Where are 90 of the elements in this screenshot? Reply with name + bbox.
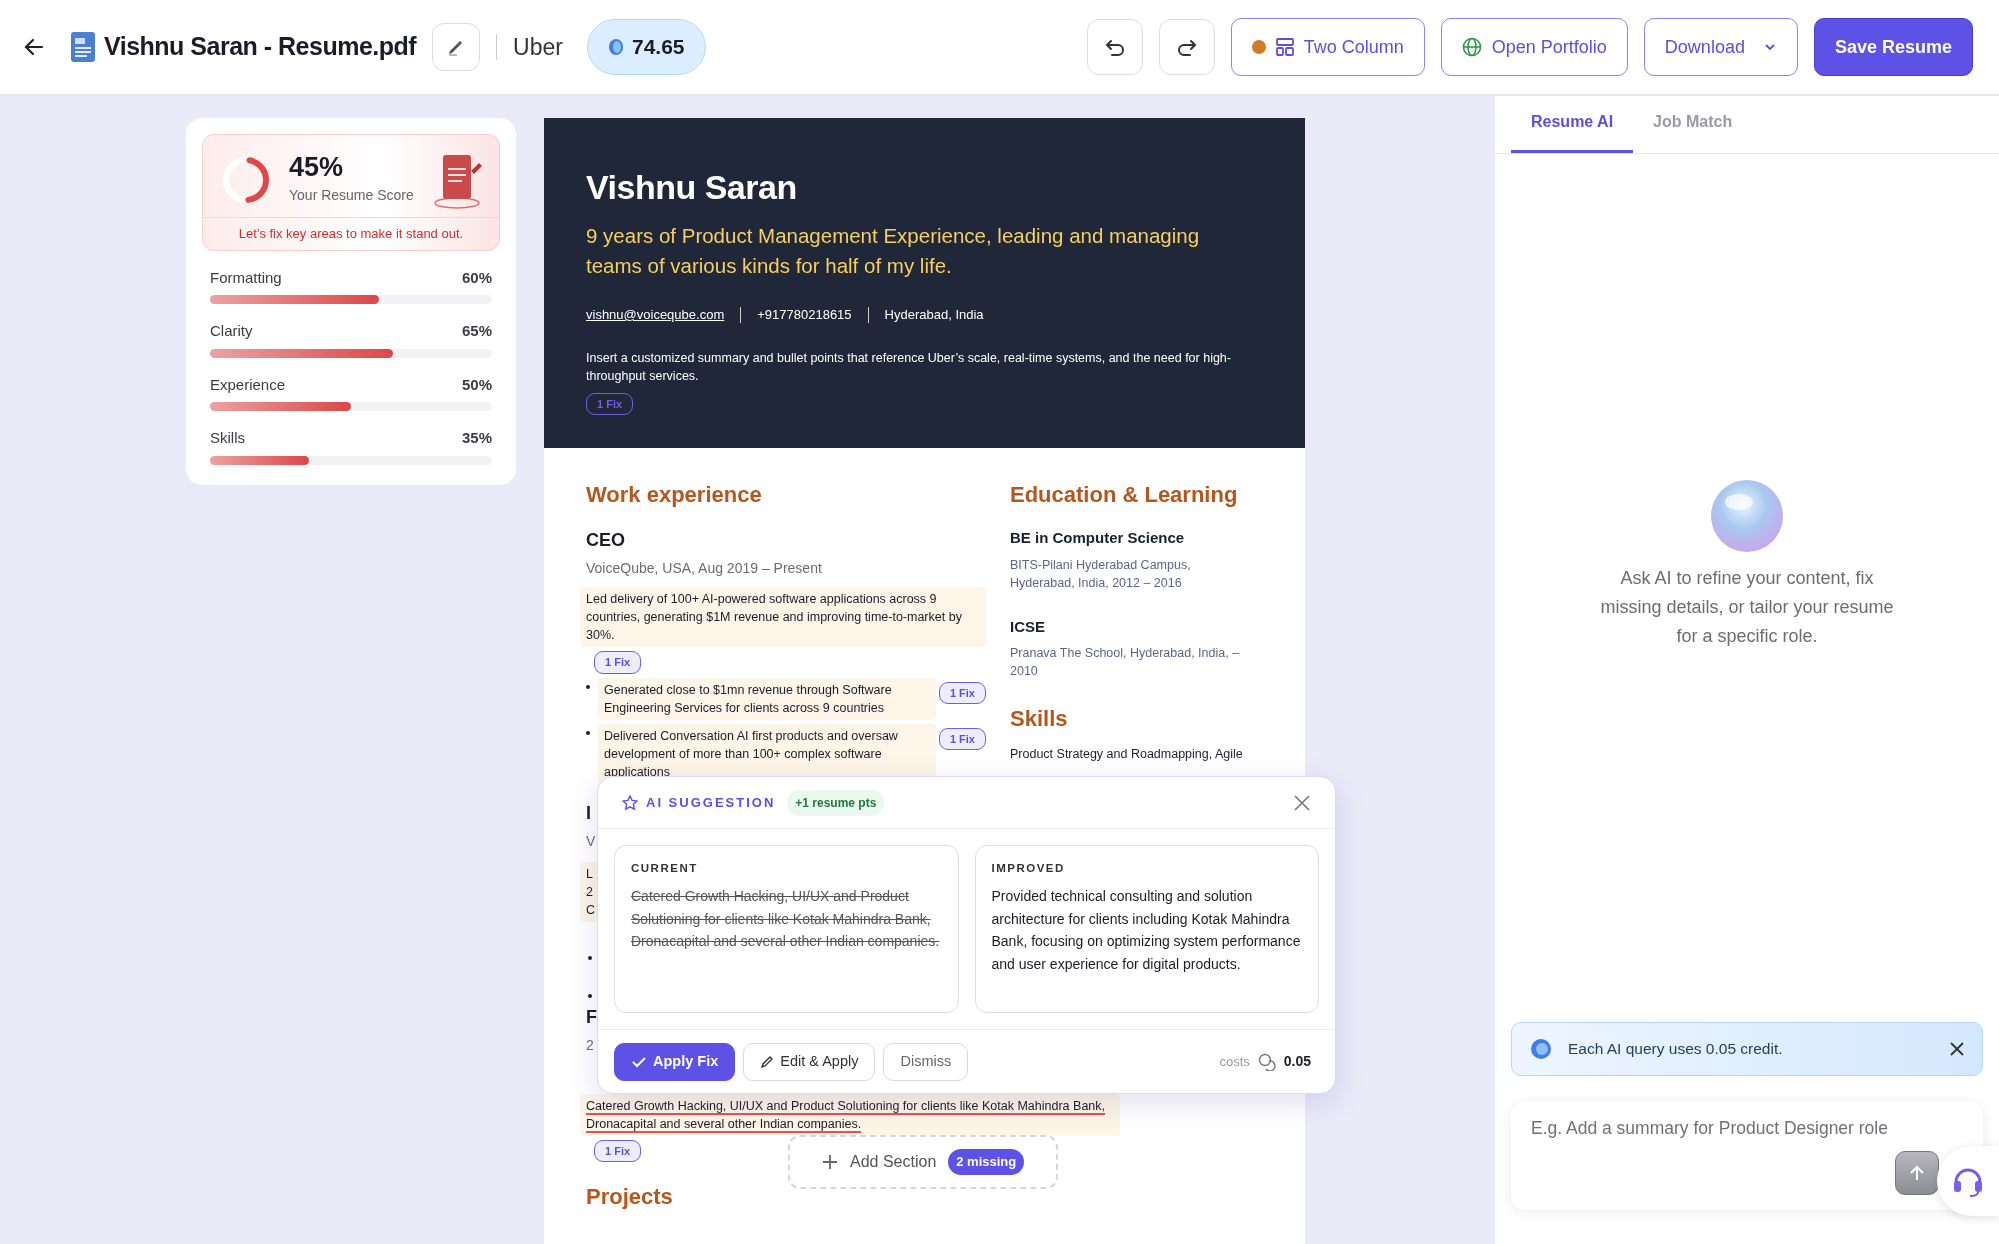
- apply-fix-button[interactable]: Apply Fix: [614, 1042, 736, 1081]
- fix-badge[interactable]: 1 Fix: [594, 651, 642, 674]
- bullet-icon: [588, 993, 592, 998]
- layout-button[interactable]: Two Column: [1230, 18, 1425, 76]
- empty-state-text: Ask AI to refine your content, fix missing details, or tailor your resume for a specific role.: [1599, 567, 1895, 648]
- job-meta: VoiceQube, USA, Aug 2019 – Present: [586, 559, 823, 578]
- metric-name: Clarity: [210, 321, 253, 341]
- pencil-icon: [760, 1054, 775, 1069]
- fix-badge[interactable]: 1 Fix: [938, 727, 986, 750]
- text-fragment: 2: [586, 883, 594, 901]
- metric-name: Experience: [210, 374, 286, 395]
- redo-button[interactable]: [1158, 19, 1215, 75]
- dot-icon: [1251, 40, 1266, 54]
- add-section-button[interactable]: Add Section 2 missing: [788, 1135, 1059, 1189]
- cost-label: costs: [1219, 1052, 1250, 1071]
- education-detail: Pranava The School, Hyderabad, India, – 2010: [1010, 645, 1241, 680]
- coin-icon: [1530, 1038, 1552, 1060]
- education-detail: BITS-Pilani Hyderabad Campus, Hyderabad, India, 2012 – 2016: [1010, 556, 1192, 592]
- globe-icon: [1461, 37, 1482, 57]
- resume-name: Vishnu Saran: [586, 167, 798, 208]
- job-description: Catered Growth Hacking, UI/UX and Product Solutioning for clients like Kotak Mahindra Bank, Dronacapital and several other Indian companies.: [580, 1093, 1120, 1136]
- metric-value: 50%: [461, 374, 492, 395]
- job-title: CEO: [586, 529, 626, 552]
- skills-text: Product Strategy and Roadmapping, Agile: [1010, 746, 1244, 763]
- coins-icon: [1257, 1052, 1276, 1071]
- bullet-icon: [588, 955, 592, 960]
- fix-badge[interactable]: 1 Fix: [586, 392, 634, 415]
- bullet-icon: [586, 730, 590, 735]
- section-heading: I: [586, 801, 592, 825]
- send-button[interactable]: [1895, 1151, 1939, 1195]
- resume-tagline: 9 years of Product Management Experience, leading and managing teams of various kinds for half of my life.: [586, 223, 1201, 279]
- undo-button[interactable]: [1086, 19, 1143, 75]
- section-heading: F: [586, 1005, 597, 1029]
- bullet-text: Generated close to $1mn revenue through Software Engineering Services for clients across 9 countries: [598, 677, 936, 720]
- coin-icon: [607, 38, 624, 56]
- score-label: Your Resume Score: [289, 186, 414, 205]
- section-heading: Skills: [1010, 705, 1069, 733]
- support-button[interactable]: [1937, 1146, 1999, 1216]
- metric-value: 65%: [461, 321, 492, 341]
- close-button[interactable]: [1293, 793, 1311, 812]
- download-button[interactable]: Download: [1643, 18, 1798, 76]
- text-fragment: C: [586, 901, 597, 919]
- education-title: ICSE: [1010, 616, 1046, 637]
- arrow-up-icon: [1908, 1164, 1926, 1182]
- fix-badge[interactable]: 1 Fix: [594, 1139, 642, 1162]
- dismiss-button[interactable]: Dismiss: [883, 1042, 969, 1081]
- missing-badge: 2 missing: [948, 1149, 1025, 1175]
- company-label: Uber: [513, 32, 563, 62]
- layout-icon: [1275, 38, 1294, 56]
- portfolio-button[interactable]: Open Portfolio: [1440, 18, 1628, 76]
- document-icon: [70, 31, 96, 63]
- email-link[interactable]: vishnu@voiceqube.com: [586, 305, 725, 325]
- text-fragment: L: [586, 865, 594, 883]
- fix-badge[interactable]: 1 Fix: [938, 681, 986, 704]
- file-title: Vishnu Saran - Resume.pdf: [104, 31, 417, 63]
- contact-text: Hyderabad, India: [884, 306, 984, 324]
- close-button[interactable]: [1950, 1042, 1964, 1056]
- education-title: BE in Computer Science: [1010, 528, 1186, 548]
- job-meta: 2: [586, 1035, 595, 1055]
- close-icon: [1950, 1042, 1964, 1056]
- score-message: Let's fix key areas to make it stand out.: [203, 217, 499, 250]
- summary-text: Insert a customized summary and bullet points that reference Uber’s scale, real-time systems, and the need for high-throughput services.: [586, 349, 1232, 385]
- job-meta: V: [586, 831, 597, 851]
- points-badge: +1 resume pts: [787, 789, 885, 816]
- job-description: Led delivery of 100+ AI-powered software applications across 9 countries, generating $1M revenue and improving time-to-market by 30%.: [580, 587, 986, 647]
- current-text: Catered Growth Hacking, UI/UX and Product Solutioning for clients like Kotak Mahindra Bank, Dronacapital and several other Indian companies.: [631, 887, 941, 952]
- improved-text: Provided technical consulting and solution architecture for clients including Kotak Mahindra Bank, focusing on optimizing system performance and user experience for digital products.: [991, 887, 1302, 974]
- notice-text: Each AI query uses 0.05 credit.: [1568, 1039, 1783, 1060]
- plus-icon: [822, 1153, 838, 1170]
- save-button[interactable]: Save Resume: [1813, 18, 1973, 76]
- metric-value: 60%: [461, 267, 492, 288]
- section-heading: Education & Learning: [1010, 481, 1239, 509]
- metric-name: Skills: [210, 428, 245, 448]
- metric-name: Formatting: [210, 267, 282, 288]
- metric-value: 35%: [461, 428, 492, 448]
- prompt-input[interactable]: E.g. Add a summary for Product Designer role: [1511, 1102, 1983, 1210]
- panel-label: CURRENT: [631, 861, 699, 876]
- suggestion-title: AI SUGGESTION: [646, 793, 776, 812]
- score-pill[interactable]: 74.65: [586, 19, 706, 75]
- close-icon: [1293, 793, 1311, 812]
- panel-tab[interactable]: Resume AI: [1511, 96, 1634, 153]
- section-heading: Projects: [586, 1183, 674, 1211]
- section-heading: Work experience: [586, 481, 763, 509]
- bullet-icon: [586, 684, 590, 689]
- contact-text: +917780218615: [757, 306, 852, 324]
- panel-label: IMPROVED: [991, 861, 1066, 876]
- score-percent: 45%: [289, 154, 345, 181]
- cost-value: 0.05: [1283, 1052, 1311, 1071]
- star-icon: [622, 794, 638, 811]
- edit-apply-button[interactable]: Edit & Apply: [743, 1042, 876, 1081]
